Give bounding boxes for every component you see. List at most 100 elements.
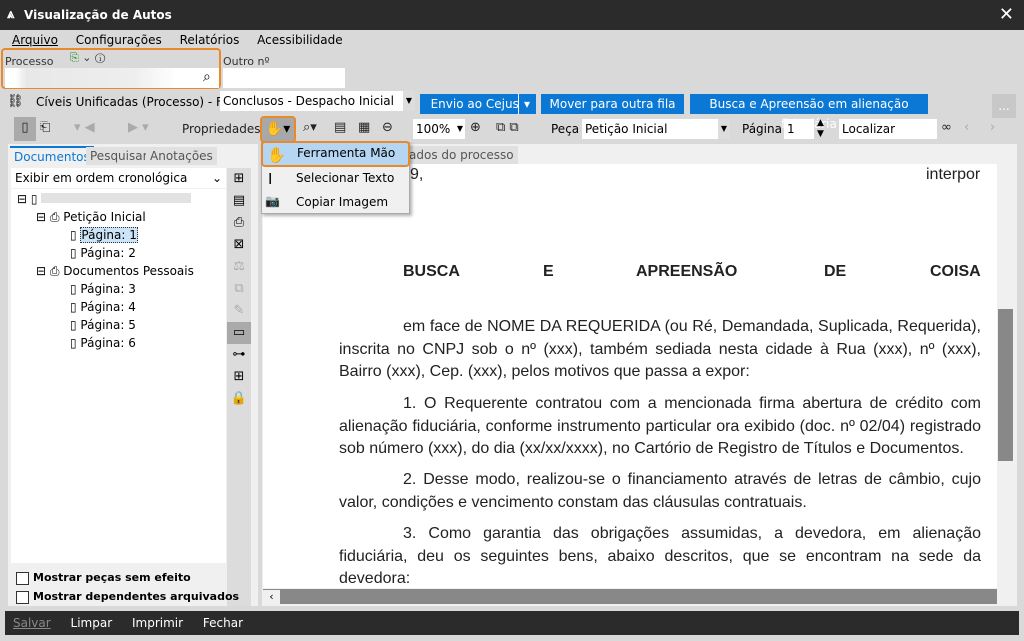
fechar-button[interactable]: Fechar — [203, 616, 243, 630]
window-title: Visualização de Autos — [24, 8, 172, 22]
vertical-scrollbar[interactable] — [997, 164, 1014, 588]
more-button[interactable]: ... — [992, 94, 1016, 118]
queue-label: Cíveis Unificadas (Processo) - Fila: — [36, 95, 241, 109]
tree-label: Página: 1 — [80, 227, 138, 243]
doc-paragraph: 3. Como garantia das obrigações assumida… — [339, 525, 981, 587]
menu-bar: Arquivo Configurações Relatórios Acessib… — [12, 33, 357, 49]
text-cursor-icon: I — [268, 170, 273, 188]
doc-heading-4: DE — [824, 263, 847, 280]
menu-selecionar-texto[interactable]: Selecionar Texto — [296, 171, 394, 185]
checkbox-sem-efeito[interactable]: Mostrar peças sem efeito — [16, 571, 191, 585]
app-logo-icon: ⩓ — [7, 7, 15, 22]
tree-page-1[interactable]: ▯ Página: 1 — [70, 227, 138, 243]
menu-relatorios[interactable]: Relatórios — [180, 33, 240, 47]
tree-page-2[interactable]: ▯ Página: 2 — [70, 246, 136, 260]
certificate-icon[interactable]: ⎙ — [227, 212, 251, 234]
doc-heading-2: E — [543, 263, 554, 280]
fila-select[interactable]: Conclusos - Despacho Inicial ▼ — [220, 91, 415, 111]
propriedades-button[interactable]: Propriedades — [182, 118, 261, 140]
tree-expand-icon[interactable]: ⊞ — [227, 168, 251, 190]
tree-label: Página: 6 — [80, 336, 136, 350]
remove-doc-icon[interactable]: ⊠ — [227, 234, 251, 256]
hand-icon: ✋ — [267, 146, 286, 164]
order-select[interactable]: Exibir em ordem cronológica ⌄ — [11, 168, 226, 188]
zoom-tool-icon[interactable]: ⌕▾ — [303, 117, 317, 139]
fila-value: Conclusos - Despacho Inicial — [223, 94, 394, 108]
gavel-icon[interactable]: ⚖ — [227, 256, 251, 278]
footer-bar: Salvar Limpar Imprimir Fechar — [5, 611, 1019, 635]
salvar-button[interactable]: Salvar — [13, 616, 51, 630]
processo-input[interactable] — [5, 68, 219, 88]
envio-dropdown-icon[interactable]: ▾ — [518, 94, 535, 114]
add-icon[interactable]: ⊞ — [227, 366, 251, 388]
doc-paragraph: 2. Desse modo, realizou-se o financiamen… — [339, 471, 981, 511]
localizar-input[interactable]: Localizar — [839, 119, 937, 139]
zoom-value: 100% — [416, 122, 451, 136]
hand-tool-button[interactable]: ✋▾ — [260, 116, 296, 143]
tree-root[interactable]: ⊟ ▯ — [17, 192, 192, 206]
tree-tools: ⊞ ▤ ⎙ ⊠ ⚖ ⧉ ✎ ▭ ⊶ ⊞ 🔒 — [227, 168, 251, 606]
rotate-icon[interactable]: ⧉ ⧉ — [496, 117, 519, 139]
find-prev-icon[interactable]: ‹ — [964, 117, 969, 139]
fit-page-icon[interactable]: ▦ — [358, 117, 370, 139]
doc-paragraph: em face de NOME DA REQUERIDA (ou Ré, Dem… — [339, 318, 981, 380]
doc-heading-5: COISA — [930, 263, 981, 280]
tab-documentos[interactable]: Documentos — [10, 146, 94, 164]
copy-docs-icon[interactable]: ⧉ — [227, 278, 251, 300]
prev-icon[interactable]: ▾ ◀ — [74, 117, 95, 139]
menu-arquivo[interactable]: Arquivo — [12, 33, 58, 47]
lock-icon[interactable]: 🔒 — [227, 388, 251, 410]
binoculars-icon[interactable]: ∞ — [941, 117, 952, 139]
tab-dados-processo[interactable]: ados do processo — [405, 146, 518, 164]
doc-paragraph: 1. O Requerente contratou com a menciona… — [339, 395, 981, 457]
two-page-icon[interactable]: ⎗ — [40, 117, 50, 139]
find-next-icon[interactable]: › — [990, 117, 995, 139]
tree-label: Página: 3 — [80, 282, 136, 296]
tree-page-5[interactable]: ▯ Página: 5 — [70, 318, 136, 332]
zoom-select[interactable]: 100% ▼ — [413, 119, 465, 139]
imprimir-button[interactable]: Imprimir — [132, 616, 183, 630]
link-icon[interactable]: ⊶ — [227, 344, 251, 366]
zoom-in-icon[interactable]: ⊕ — [470, 117, 481, 139]
limpar-button[interactable]: Limpar — [71, 616, 113, 630]
next-icon[interactable]: ▶ ▾ — [128, 117, 149, 139]
peca-value: Petição Inicial — [585, 122, 668, 136]
tree-label: Página: 5 — [80, 318, 136, 332]
checkbox-label: Mostrar dependentes arquivados — [33, 590, 240, 603]
peca-select[interactable]: Petição Inicial ▼ — [582, 119, 730, 139]
doc-heading-1: BUSCA — [403, 263, 460, 280]
checkbox-dependentes[interactable]: Mostrar dependentes arquivados — [16, 590, 239, 604]
copy-icon[interactable]: ⎘ ⌄ ⓘ — [70, 51, 105, 65]
mover-fila-button[interactable]: Mover para outra fila — [541, 94, 684, 114]
tree-documentos-pessoais[interactable]: ⊟ ⎙ Documentos Pessoais — [36, 264, 194, 279]
tree-page-3[interactable]: ▯ Página: 3 — [70, 282, 136, 296]
close-icon[interactable]: ✕ — [999, 0, 1014, 30]
tree-peticao-inicial[interactable]: ⊟ ⎙ Petição Inicial — [36, 210, 146, 225]
tree-collapse-icon[interactable]: ▤ — [227, 190, 251, 212]
fit-width-icon[interactable]: ▤ — [334, 117, 346, 139]
menu-label: Ferramenta Mão — [297, 146, 396, 160]
menu-copiar-imagem[interactable]: Copiar Imagem — [296, 195, 388, 209]
pagina-input[interactable]: 1 — [784, 119, 814, 139]
menu-ferramenta-mao[interactable]: ✋ Ferramenta Mão — [261, 141, 410, 167]
title-bar: ⩓ Visualização de Autos ✕ — [0, 0, 1024, 30]
tab-anotacoes[interactable]: Anotações — [146, 147, 217, 165]
tree-label: Documentos Pessoais — [63, 264, 194, 278]
tree-page-4[interactable]: ▯ Página: 4 — [70, 300, 136, 314]
search-icon[interactable]: ⌕ — [203, 69, 211, 85]
signature-icon[interactable]: ✎ — [227, 300, 251, 322]
horizontal-scrollbar[interactable]: ‹ — [263, 589, 997, 605]
menu-acessibilidade[interactable]: Acessibilidade — [257, 33, 342, 47]
tab-pesquisar[interactable]: Pesquisar — [86, 147, 152, 165]
busca-apreensao-button[interactable]: Busca e Apreensão em alienação fiduciári… — [690, 94, 928, 131]
tree-page-6[interactable]: ▯ Página: 6 — [70, 336, 136, 350]
outro-input[interactable] — [223, 68, 345, 88]
zoom-out-icon[interactable]: ⊖ — [382, 117, 393, 139]
menu-configuracoes[interactable]: Configurações — [76, 33, 162, 47]
scroll-thumb[interactable] — [998, 309, 1013, 461]
single-page-icon[interactable]: ▯ — [14, 117, 36, 141]
note-icon[interactable]: ▭ — [227, 322, 251, 344]
doc-heading-3: APREENSÃO — [636, 263, 738, 280]
pagina-stepper[interactable]: ▲ ▼ — [817, 118, 824, 140]
order-value: Exibir em ordem cronológica — [15, 171, 188, 185]
